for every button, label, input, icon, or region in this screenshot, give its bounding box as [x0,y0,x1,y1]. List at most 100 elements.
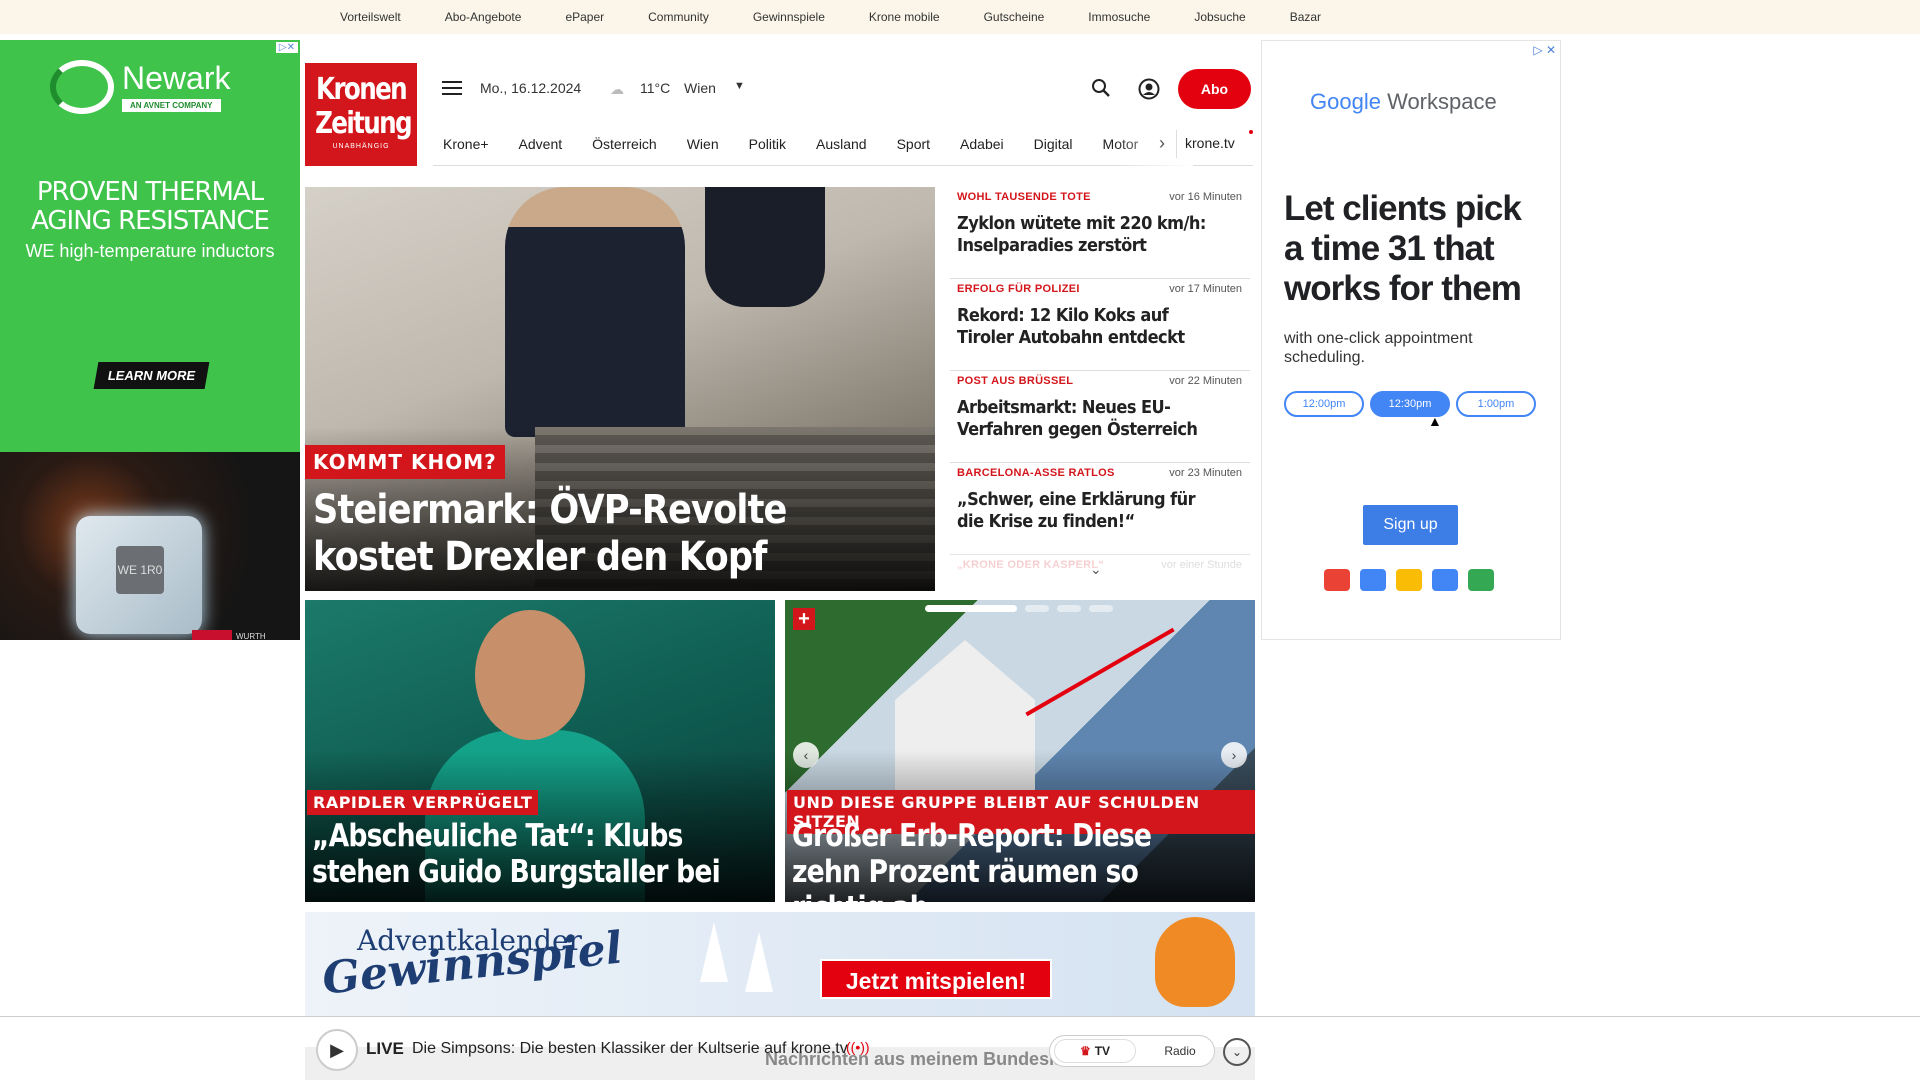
krone-plus-badge: + [793,608,815,630]
we-logo: WE [192,630,232,640]
top-link-vorteilswelt[interactable]: Vorteilswelt [340,10,401,24]
live-program-title[interactable]: Die Simpsons: Die besten Klassiker der K… [412,1040,848,1058]
story-card-burgstaller[interactable]: RAPIDLER VERPRÜGELT „Abscheuliche Tat“: … [305,600,775,902]
signup-button[interactable]: Sign up [1363,505,1458,545]
user-account-icon[interactable] [1138,78,1160,100]
ad-headline: Let clients pick a time 31 that works fo… [1284,189,1522,308]
nav-items: Krone+ Advent Österreich Wien Politik Ausland… [433,136,1158,152]
ad-brand-logo: Newark AN AVNET COMPANY [50,60,230,114]
tv-label: TV [1094,1044,1111,1058]
current-date: Mo., 16.12.2024 [480,80,582,96]
crown-icon: ♛ [1079,1044,1091,1058]
nav-item-digital[interactable]: Digital [1034,136,1073,152]
carousel-dot-active[interactable] [925,605,1017,612]
temperature: 11°C [640,80,671,96]
live-player-bar: Nachrichten aus meinem Bundesland ▶ LIVE… [0,1016,1920,1080]
ticker-entry[interactable]: WOHL TAUSENDE TOTE vor 16 Minuten Zyklon w… [950,187,1250,279]
nav-item-advent[interactable]: Advent [519,136,563,152]
top-link-abo-angebote[interactable]: Abo-Angebote [445,10,522,24]
advent-calendar-banner[interactable]: Adventkalender Gewinnspiel Jetzt mitspie… [305,912,1255,1016]
advent-cta-button[interactable]: Jetzt mitspielen! [820,959,1052,999]
tree-icon [745,932,773,992]
nav-item-wien[interactable]: Wien [687,136,719,152]
top-link-bazar[interactable]: Bazar [1290,10,1321,24]
top-link-community[interactable]: Community [648,10,709,24]
ticker-headline[interactable]: Zyklon wütete mit 220 km/h: Inselparadie… [957,213,1209,257]
abo-button[interactable]: Abo [1178,69,1251,109]
ticker-entry[interactable]: BARCELONA-ASSE RATLOS vor 23 Minuten „Schw… [950,463,1250,555]
adchoices-icon[interactable]: ▷ ✕ [1533,43,1556,57]
live-label: LIVE [366,1039,404,1058]
nav-item-krone-tv[interactable]: krone.tv [1185,135,1235,151]
top-link-jobsuche[interactable]: Jobsuche [1194,10,1245,24]
chevron-down-icon[interactable]: ⌄ [1090,561,1102,578]
ad-learn-more-button[interactable]: LEARN MORE [93,362,210,389]
hero-kicker: KOMMT KHOM? [305,445,505,479]
card-title[interactable]: Großer Erb-Report: Diese zehn Prozent rä… [792,818,1222,902]
fox-mascot-icon [1155,917,1235,1007]
city-selector-label[interactable]: Wien [684,80,716,96]
card-photo-face [475,610,585,740]
ad-brand-name: Newark [122,60,231,96]
ticker-headline[interactable]: Rekord: 12 Kilo Koks auf Tiroler Autobah… [957,305,1209,349]
nav-item--sterreich[interactable]: Österreich [592,136,657,152]
ad-subline: WE high-temperature inductors [25,241,275,261]
ticker-time: vor 17 Minuten [1169,283,1242,295]
search-icon[interactable] [1091,78,1111,98]
ticker-kicker: ERFOLG FÜR POLIZEI [957,283,1080,295]
adchoices-icon[interactable]: ▷✕ [275,42,298,53]
nav-item-sport[interactable]: Sport [897,136,930,152]
nav-item-adabei[interactable]: Adabei [960,136,1004,152]
meet-icon [1468,569,1494,591]
page: Vorteilswelt Abo-Angebote ePaper Community G… [0,0,1920,1080]
tv-option[interactable]: ♛ TV [1054,1039,1136,1063]
top-link-immosuche[interactable]: Immosuche [1088,10,1150,24]
tv-radio-toggle[interactable]: ♛ TV Radio [1049,1035,1215,1067]
radio-option[interactable]: Radio [1150,1039,1210,1063]
ticker-entry[interactable]: POST AUS BRÜSSEL vor 22 Minuten Arbeitsmar… [950,371,1250,463]
time-slot-button[interactable]: 12:00pm [1284,391,1364,417]
hero-photo-person-2 [705,187,825,307]
left-ad-banner[interactable]: ▷✕ Newark AN AVNET COMPANY PROVEN THERMA… [0,40,300,640]
ad-headline: PROVEN THERMAL AGING RESISTANCE [31,177,270,236]
ticker-headline[interactable]: Arbeitsmarkt: Neues EU-Verfahren gegen Ö… [957,397,1209,441]
hero-story[interactable]: KOMMT KHOM? Steiermark: ÖVP-Revolte kost… [305,187,935,591]
card-photo-chart-line [1025,627,1175,717]
ticker-headline[interactable]: „Schwer, eine Erklärung für die Krise zu… [957,489,1209,533]
carousel-dot[interactable] [1025,605,1049,612]
broadcast-icon: ((•)) [846,1039,870,1055]
ticker-time: vor 23 Minuten [1169,467,1242,479]
top-utility-links: Vorteilswelt Abo-Angebote ePaper Community G… [340,0,1365,34]
card-title[interactable]: „Abscheuliche Tat“: Klubs stehen Guido B… [312,818,742,890]
mouse-cursor-icon: ▲ [1428,413,1442,429]
nav-item-ausland[interactable]: Ausland [816,136,867,152]
top-link-krone-mobile[interactable]: Krone mobile [869,10,940,24]
cloud-icon: ☁ [610,81,624,97]
nav-scroll-right-icon[interactable]: › [1159,133,1165,154]
hero-title[interactable]: Steiermark: ÖVP-Revolte kostet Drexler d… [313,487,850,581]
carousel-dot[interactable] [1089,605,1113,612]
logo-line2: Zeitung [315,106,413,141]
ticker-time: vor 22 Minuten [1169,375,1242,387]
wurth-tagline: WURTH ELEKTRONIK MORE THAN YOU EXPECT [236,632,266,640]
hamburger-menu-icon[interactable] [442,81,462,97]
top-link-epaper[interactable]: ePaper [565,10,604,24]
ticker-entry[interactable]: ERFOLG FÜR POLIZEI vor 17 Minuten Rekord: … [950,279,1250,371]
play-button[interactable]: ▶ [316,1029,358,1071]
top-link-gewinnspiele[interactable]: Gewinnspiele [753,10,825,24]
logo-tagline: UNABHÄNGIG [332,143,390,150]
chevron-down-icon[interactable]: ⌄ [1223,1038,1251,1066]
tree-icon [700,922,728,982]
nav-item-politik[interactable]: Politik [749,136,786,152]
ad-ice-cube-image: WE 1R0 [76,516,202,634]
right-ad-banner[interactable]: ▷ ✕ Google Workspace Let clients pick a … [1261,40,1561,640]
time-slot-button[interactable]: 1:00pm [1456,391,1536,417]
caret-down-icon[interactable]: ▼ [734,80,745,92]
top-link-gutscheine[interactable]: Gutscheine [984,10,1045,24]
ticker-kicker: WOHL TAUSENDE TOTE [957,191,1091,203]
nav-item-krone-[interactable]: Krone+ [443,136,489,152]
calendar-icon [1360,569,1386,591]
story-card-erb-report[interactable]: + ‹ › UND DIESE GRUPPE BLEIBT AUF SCHULD… [785,600,1255,902]
carousel-dot[interactable] [1057,605,1081,612]
kronen-zeitung-logo[interactable]: Kronen Zeitung UNABHÄNGIG [305,63,417,166]
